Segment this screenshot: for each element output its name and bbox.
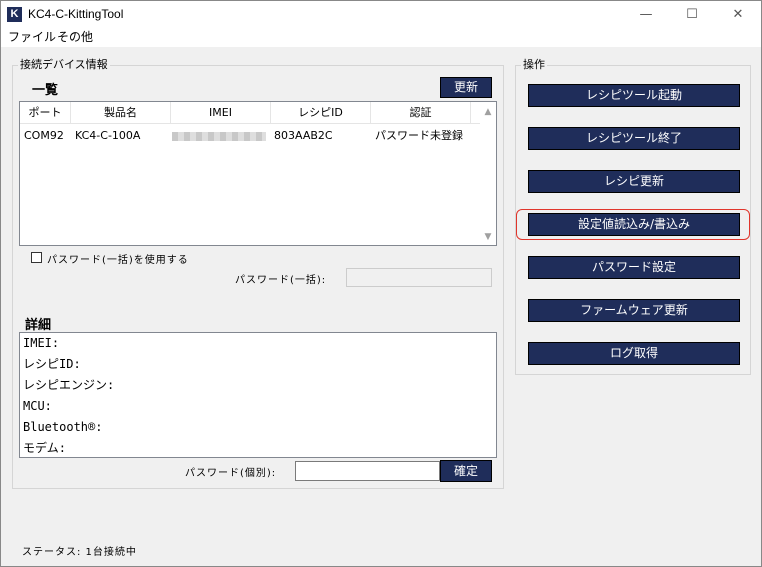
refresh-button[interactable]: 更新 [440,77,492,98]
password-setting-button[interactable]: パスワード設定 [528,256,740,279]
password-bulk-field[interactable] [346,268,492,287]
cell-auth: パスワード未登録 [375,129,463,142]
column-header-imei[interactable]: IMEI [171,102,271,124]
recipe-tool-stop-button[interactable]: レシピツール終了 [528,127,740,150]
detail-modem: モデム: [23,441,66,455]
operations-group-label: 操作 [521,58,547,71]
password-bulk-label: パスワード(一括): [235,275,327,286]
cell-recipe-id: 803AAB2C [274,129,333,142]
password-individual-field[interactable] [295,461,440,481]
column-header-port[interactable]: ポート [20,102,71,124]
app-logo-icon: K [7,7,22,22]
use-password-bulk-label[interactable]: パスワード(一括)を使用する [47,251,189,266]
menu-other[interactable]: その他 [57,29,93,45]
cell-product: KC4-C-100A [75,129,141,142]
cell-port: COM92 [24,129,64,142]
list-title: 一覧 [32,83,59,98]
detail-mcu: MCU: [23,399,52,413]
highlight-annotation [516,209,750,240]
device-list[interactable]: ポート 製品名 IMEI レシピID 認証 COM92 KC4-C-100A 8… [19,101,497,246]
menu-bar: ファイル その他 [1,29,761,47]
recipe-update-button[interactable]: レシピ更新 [528,170,740,193]
password-individual-label: パスワード(個別): [185,468,277,479]
log-get-button[interactable]: ログ取得 [528,342,740,365]
app-window: K KC4-C-KittingTool — ☐ ✕ ファイル その他 接続デバイ… [0,0,762,567]
device-info-group-label: 接続デバイス情報 [18,58,110,71]
device-list-header: ポート 製品名 IMEI レシピID 認証 [20,102,482,124]
firmware-update-button[interactable]: ファームウェア更新 [528,299,740,322]
cell-imei-redacted [172,132,266,141]
table-row[interactable]: COM92 KC4-C-100A 803AAB2C パスワード未登録 [20,126,482,146]
detail-title: 詳細 [25,318,52,333]
confirm-button[interactable]: 確定 [440,460,492,482]
column-header-auth[interactable]: 認証 [371,102,471,124]
detail-recipe-engine: レシピエンジン: [23,378,115,392]
close-button[interactable]: ✕ [715,1,761,29]
window-title: KC4-C-KittingTool [28,7,124,21]
scroll-up-icon[interactable]: ▲ [480,104,496,120]
detail-imei: IMEI: [23,336,60,350]
detail-bluetooth: Bluetooth®: [23,420,103,434]
scroll-down-icon[interactable]: ▼ [480,229,496,245]
maximize-button[interactable]: ☐ [669,1,715,29]
recipe-tool-start-button[interactable]: レシピツール起動 [528,84,740,107]
vertical-scrollbar[interactable]: ▲ ▼ [480,102,496,245]
use-password-bulk-checkbox[interactable] [31,252,42,263]
column-header-product[interactable]: 製品名 [71,102,171,124]
minimize-button[interactable]: — [623,1,669,29]
status-text: ステータス: 1台接続中 [22,547,137,558]
title-bar: K KC4-C-KittingTool — ☐ ✕ [1,1,761,29]
column-header-recipe-id[interactable]: レシピID [271,102,371,124]
detail-textbox[interactable]: IMEI: レシピID: レシピエンジン: MCU: Bluetooth®: モ… [19,332,497,458]
menu-file[interactable]: ファイル [8,29,56,45]
detail-recipe-id: レシピID: [23,357,81,371]
